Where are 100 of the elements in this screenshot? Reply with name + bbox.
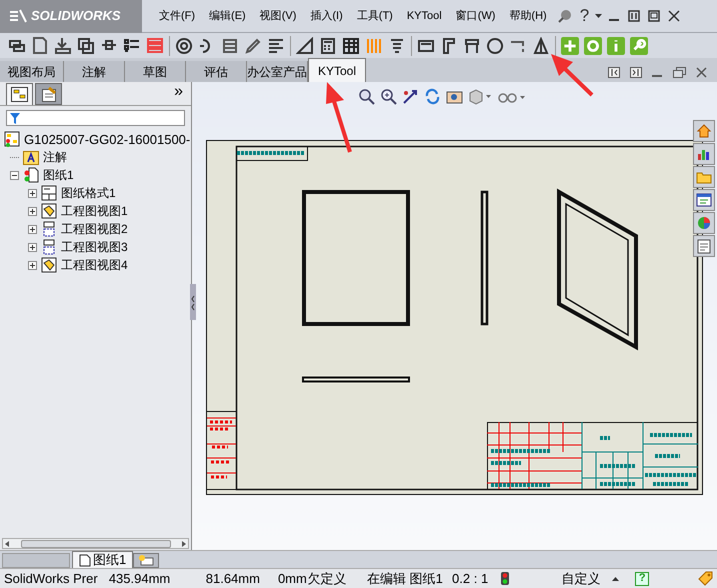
filter-field[interactable] <box>6 110 185 126</box>
tool-icon[interactable] <box>31 36 49 55</box>
sheet-icon <box>79 554 91 566</box>
pin-icon[interactable] <box>558 9 572 23</box>
status-text: 0.2 : 1 <box>452 570 490 588</box>
collapse-toggle[interactable] <box>10 170 19 180</box>
clipboard-pane-tab[interactable] <box>693 235 715 258</box>
tool-icon[interactable] <box>463 36 481 55</box>
view3d-icon <box>41 203 57 220</box>
minus-icon <box>12 174 17 176</box>
status-text: 81.64mm <box>206 570 261 588</box>
view3d-icon <box>41 257 57 274</box>
command-tab[interactable]: 办公室产品 <box>247 61 308 82</box>
cube-icon[interactable] <box>468 88 492 106</box>
plus-icon <box>30 244 35 250</box>
property-tab[interactable] <box>35 83 62 106</box>
command-tab[interactable]: 视图布局 <box>0 61 64 82</box>
tool-icon[interactable] <box>296 36 314 55</box>
units-dropdown[interactable]: 自定义 <box>561 568 600 588</box>
app-logo-text: SOLIDWORKS <box>31 7 121 26</box>
maximize-icon[interactable] <box>648 10 660 22</box>
plus-icon <box>30 262 35 268</box>
logo-icon <box>8 8 28 24</box>
command-tab[interactable]: 草图 <box>125 61 186 82</box>
menu-item[interactable]: KYTool <box>400 8 449 24</box>
expand-toggle[interactable] <box>28 206 37 216</box>
property-sheet-icon <box>40 86 57 102</box>
add-sheet-tab[interactable] <box>133 553 160 568</box>
menu-item[interactable]: 文件(F) <box>152 8 202 24</box>
tree-item[interactable]: 注解 <box>43 148 67 166</box>
home-icon <box>696 123 712 140</box>
tool-icon[interactable] <box>532 36 550 55</box>
close-icon[interactable] <box>668 10 680 22</box>
tool-icon[interactable] <box>244 36 262 55</box>
help-button[interactable]: ? <box>580 3 590 29</box>
feature-tree-tab[interactable] <box>6 83 33 106</box>
pan-icon[interactable] <box>402 88 419 106</box>
zoom-area-icon[interactable] <box>380 88 397 106</box>
dropdown-arrow-icon[interactable] <box>595 14 602 18</box>
tool-icon[interactable] <box>388 36 406 55</box>
window-pane-tab[interactable] <box>693 189 715 212</box>
tree-item[interactable]: 图纸格式1 <box>61 184 116 202</box>
tool-icon[interactable] <box>77 36 95 55</box>
plus-icon <box>30 190 35 196</box>
tag-icon[interactable] <box>697 571 714 586</box>
tool-icon[interactable] <box>123 36 141 55</box>
tool-icon[interactable] <box>54 36 72 55</box>
menu-item[interactable]: 帮助(H) <box>502 8 554 24</box>
panel-collapse-handle[interactable] <box>190 284 196 320</box>
tree-item[interactable]: 工程图视图2 <box>61 220 128 238</box>
home-pane-tab[interactable] <box>693 120 715 142</box>
tool-icon[interactable] <box>175 36 193 55</box>
close-icon[interactable] <box>696 67 707 78</box>
tool-icon[interactable] <box>342 36 360 55</box>
tool-icon[interactable] <box>267 36 285 55</box>
menu-item[interactable]: 插入(I) <box>303 8 350 24</box>
expand-toggle[interactable] <box>28 260 37 270</box>
tree-item[interactable]: 工程图视图4 <box>61 256 128 274</box>
tool-icon[interactable] <box>486 36 504 55</box>
expand-toggle[interactable] <box>28 224 37 234</box>
tool-icon[interactable] <box>319 36 337 55</box>
menu-item[interactable]: 工具(T) <box>350 8 400 24</box>
tree-item[interactable]: G1025007-GG02-16001500- <box>24 130 190 150</box>
color-wheel-pane-tab[interactable] <box>693 212 715 234</box>
status-text: 在编辑 图纸1 <box>366 570 444 588</box>
panel-right-icon[interactable] <box>630 67 642 78</box>
tree-item[interactable]: 工程图视图1 <box>61 202 128 220</box>
horizontal-scrollbar[interactable] <box>2 538 189 549</box>
sheet-tab[interactable]: 图纸1 <box>72 551 134 568</box>
menu-item[interactable]: 视图(V) <box>252 8 304 24</box>
tool-icon[interactable] <box>440 36 458 55</box>
command-tab[interactable]: KYTool <box>308 58 366 82</box>
status-text: 435.94mm <box>108 570 172 588</box>
menu-item[interactable]: 编辑(E) <box>202 8 253 24</box>
tile-icon[interactable] <box>628 10 640 22</box>
status-text: 0mm <box>278 570 308 588</box>
chart-pane-tab[interactable] <box>693 143 715 166</box>
status-text: SolidWorks Prer <box>4 570 99 588</box>
command-tab[interactable]: 注解 <box>64 61 125 82</box>
view-icon <box>41 239 57 256</box>
dropup-arrow-icon[interactable] <box>612 576 620 580</box>
tree-item[interactable]: 工程图视图3 <box>61 238 128 256</box>
refresh-icon[interactable] <box>424 88 441 106</box>
clipboard-icon <box>696 238 712 254</box>
view-icon <box>41 221 57 238</box>
expand-panel-button[interactable]: » <box>174 80 185 106</box>
tool-icon[interactable] <box>221 36 239 55</box>
expand-toggle[interactable] <box>28 242 37 252</box>
zoom-to-fit-icon[interactable] <box>358 88 375 106</box>
expand-toggle[interactable] <box>28 188 37 198</box>
tree-item[interactable]: 图纸1 <box>43 166 74 184</box>
window-icon <box>696 192 712 208</box>
menu-item[interactable]: 窗口(W) <box>448 8 502 24</box>
panel-left-icon[interactable] <box>608 67 620 78</box>
restore-icon[interactable] <box>673 67 686 78</box>
annotation-icon <box>23 149 39 166</box>
format-icon <box>41 185 57 202</box>
scroll-left-icon[interactable] <box>5 540 9 546</box>
scroll-right-icon[interactable] <box>182 540 186 546</box>
command-tab[interactable]: 评估 <box>186 61 247 82</box>
